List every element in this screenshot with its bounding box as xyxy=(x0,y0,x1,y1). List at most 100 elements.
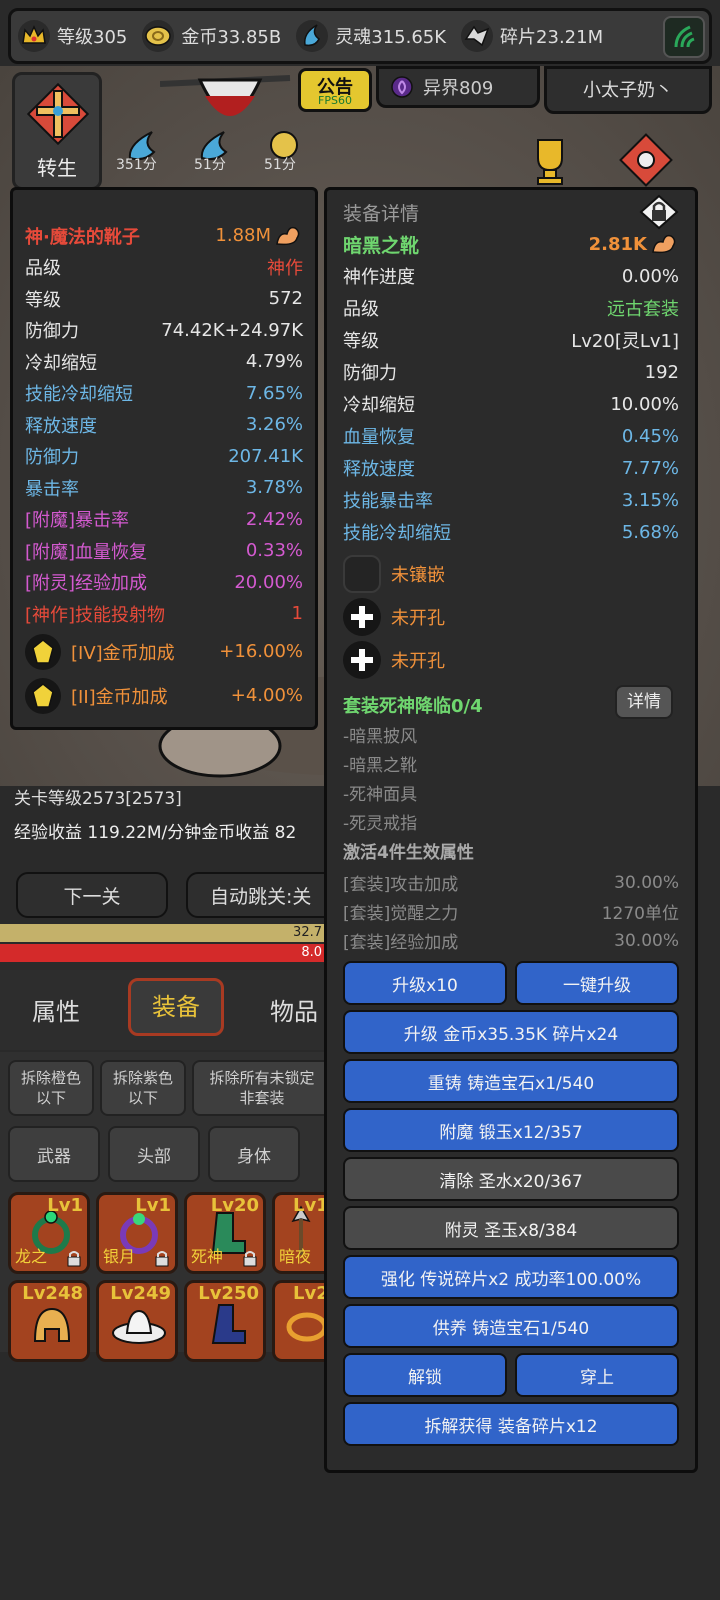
action-buttons: 升级x10 一键升级 升级 金币x35.35K 碎片x24 重铸 铸造宝石x1/… xyxy=(343,961,679,1446)
helmet-icon xyxy=(33,1307,71,1342)
next-stage-button[interactable]: 下一关 xyxy=(16,872,168,918)
nurture-button[interactable]: 供养 铸造宝石1/540 xyxy=(343,1304,679,1348)
equipment-detail-panel: 装备详情 暗黑之靴 2.81K 神作进度 0.00% 品级 远古套装 等级 Lv20[… xyxy=(324,187,698,1473)
socket-label: 未开孔 xyxy=(391,607,445,629)
gear-emblem-icon[interactable] xyxy=(616,130,676,190)
item-card-darknight[interactable]: Lv1 暗夜 xyxy=(272,1192,324,1274)
upgrade-x10-button[interactable]: 升级x10 xyxy=(343,961,507,1005)
score-1: 351分 xyxy=(116,157,157,173)
boot-icon xyxy=(211,1304,246,1344)
stat-value: 7.77% xyxy=(621,457,679,479)
socket-row[interactable]: 未开孔 xyxy=(343,595,679,638)
lock-toggle-icon[interactable] xyxy=(639,194,679,230)
stat-row: 暴击率 3.78% xyxy=(25,472,303,504)
stat-value: 0.45% xyxy=(621,425,679,447)
dismantle-button[interactable]: 拆解获得 装备碎片x12 xyxy=(343,1402,679,1446)
stat-label: 技能冷却缩短 xyxy=(25,384,133,406)
hp-bar: 8.0 xyxy=(0,944,324,962)
strengthen-button[interactable]: 强化 传说碎片x2 成功率100.00% xyxy=(343,1255,679,1299)
set-item: -暗黑之靴 xyxy=(343,756,418,776)
tab-items[interactable]: 物品 xyxy=(270,992,318,1027)
equip-button[interactable]: 穿上 xyxy=(515,1353,679,1397)
socket-label: 未开孔 xyxy=(391,650,445,672)
gold-gem-icon xyxy=(32,638,54,664)
item-card-helmet[interactable]: Lv248 xyxy=(8,1280,90,1362)
slot-head[interactable]: 头部 xyxy=(108,1126,200,1182)
menu-button[interactable] xyxy=(663,16,705,58)
set-activate-label: 激活4件生效属性 xyxy=(343,843,474,863)
socket-row[interactable]: 未开孔 xyxy=(343,638,679,681)
slot-body[interactable]: 身体 xyxy=(208,1126,300,1182)
item-name: 暗夜 xyxy=(279,1247,312,1266)
stat-value: Lv20[灵Lv1] xyxy=(571,331,679,352)
crown-icon xyxy=(18,20,50,52)
stat-value: 5.68% xyxy=(621,521,679,543)
stat-row: 防御力 192 xyxy=(343,356,679,388)
set-attr-row: [套装]攻击加成 30.00% xyxy=(343,868,679,897)
item-card-ring[interactable]: Lv2 xyxy=(272,1280,324,1362)
auto-skip-button[interactable]: 自动跳关:关 xyxy=(186,872,336,918)
stat-row: 等级 Lv20[灵Lv1] xyxy=(343,324,679,356)
stat-row: 技能暴击率 3.15% xyxy=(343,484,679,516)
rebirth-button[interactable]: 转生 xyxy=(12,72,102,190)
upgrade-pair: 升级x10 一键升级 xyxy=(343,961,679,1010)
set-attr-row: [套装]经验加成 30.00% xyxy=(343,926,679,955)
stat-label: 品级 xyxy=(343,299,379,320)
lock-icon xyxy=(67,1251,81,1267)
gem-slot xyxy=(25,677,61,714)
item-card-dragon[interactable]: Lv1 龙之 xyxy=(8,1192,90,1274)
stat-label: 技能冷却缩短 xyxy=(343,523,451,544)
dismantle-unlocked-button[interactable]: 拆除所有未锁定 非套装 xyxy=(192,1060,332,1116)
item-level: Lv1 xyxy=(135,1195,171,1216)
stat-value: 192 xyxy=(644,361,679,383)
item-header: 暗黑之靴 2.81K xyxy=(343,228,679,260)
stat-label: 释放速度 xyxy=(343,459,415,480)
slot-weapon[interactable]: 武器 xyxy=(8,1126,100,1182)
item-card-silvermoon[interactable]: Lv1 银月 xyxy=(96,1192,178,1274)
item-card-boots[interactable]: Lv250 xyxy=(184,1280,266,1362)
stat-row: [神作]技能投射物 1 xyxy=(25,598,303,630)
user-name-button[interactable]: 小太子奶丶 xyxy=(544,66,712,114)
gem-label: [II]金币加成 xyxy=(71,686,168,708)
tab-attributes[interactable]: 属性 xyxy=(32,992,80,1027)
world-label: 异界809 xyxy=(423,78,494,99)
level-value: 等级305 xyxy=(57,27,128,48)
item-card-hat[interactable]: Lv249 xyxy=(96,1280,178,1362)
item-card-reaper[interactable]: Lv20 死神 xyxy=(184,1192,266,1274)
set-attr-label: [套装]经验加成 xyxy=(343,933,459,953)
clear-button[interactable]: 清除 圣水x20/367 xyxy=(343,1157,679,1201)
stat-row: 防御力 207.41K xyxy=(25,441,303,473)
recast-button[interactable]: 重铸 铸造宝石x1/540 xyxy=(343,1059,679,1103)
trophy-icon[interactable] xyxy=(520,130,580,190)
world-button[interactable]: 异界809 xyxy=(376,66,540,108)
stat-value: 0.33% xyxy=(245,540,303,562)
set-item: -死神面具 xyxy=(343,785,418,805)
exp-bar-value: 32.7 xyxy=(293,925,322,940)
upgrade-button[interactable]: 升级 金币x35.35K 碎片x24 xyxy=(343,1010,679,1054)
set-detail-button[interactable]: 详情 xyxy=(615,685,673,719)
unlock-equip-pair: 解锁 穿上 xyxy=(343,1353,679,1402)
stat-label: 血量恢复 xyxy=(343,427,415,448)
stat-label: 神作进度 xyxy=(343,267,415,288)
stat-value: 0.00% xyxy=(621,265,679,287)
muscle-icon xyxy=(276,226,300,245)
spirit-button[interactable]: 附灵 圣玉x8/384 xyxy=(343,1206,679,1250)
equipped-item-tooltip: 神·魔法的靴子 1.88M 品级 神作 等级 572 防御力 74.42K+24.97… xyxy=(10,187,318,730)
enchant-button[interactable]: 附魔 锻玉x12/357 xyxy=(343,1108,679,1152)
socket-row[interactable]: 未镶嵌 xyxy=(343,552,679,595)
unlock-button[interactable]: 解锁 xyxy=(343,1353,507,1397)
set-item: -暗黑披风 xyxy=(343,727,418,747)
socket-slot xyxy=(343,597,381,636)
dismantle-orange-button[interactable]: 拆除橙色 以下 xyxy=(8,1060,94,1116)
upgrade-all-button[interactable]: 一键升级 xyxy=(515,961,679,1005)
stat-label: [神作]技能投射物 xyxy=(25,604,166,626)
socket-label: 未镶嵌 xyxy=(391,564,445,586)
panel-header: 装备详情 xyxy=(343,194,679,230)
stat-row: 技能冷却缩短 5.68% xyxy=(343,516,679,548)
tab-equipment[interactable]: 装备 xyxy=(128,978,224,1036)
stat-value: 远古套装 xyxy=(607,299,679,320)
dismantle-purple-button[interactable]: 拆除紫色 以下 xyxy=(100,1060,186,1116)
gold-gem-icon xyxy=(32,682,54,708)
stat-row: 技能冷却缩短 7.65% xyxy=(25,378,303,410)
item-level: Lv250 xyxy=(198,1283,259,1304)
